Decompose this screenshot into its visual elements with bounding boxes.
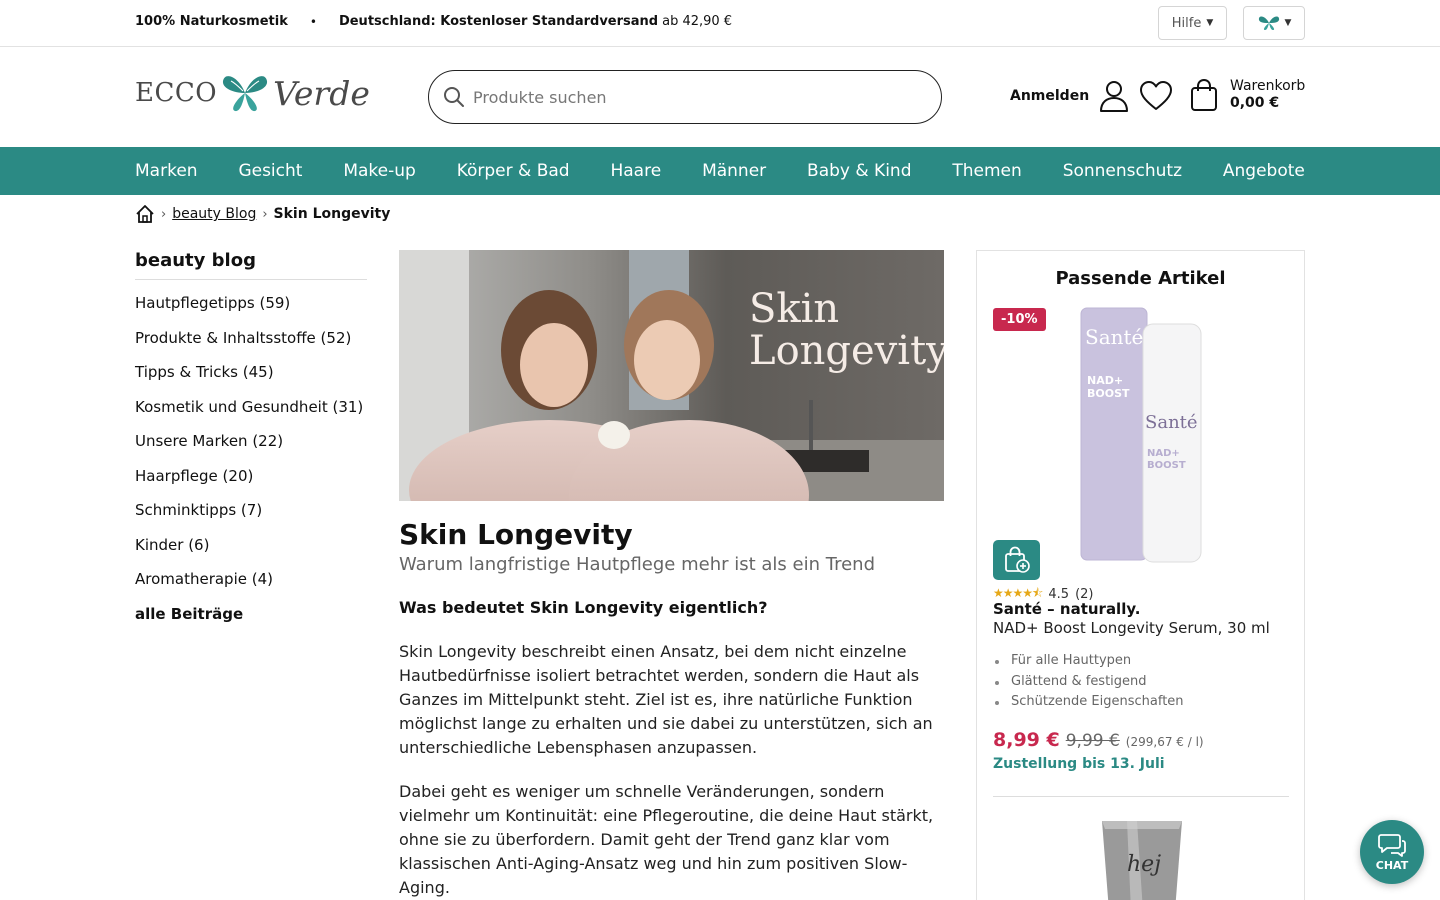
product-price: 8,99 € 9,99 € (299,67 € / l)	[993, 729, 1204, 751]
hero-text-line1: Skin	[749, 286, 839, 332]
help-dropdown[interactable]: Hilfe ▼	[1158, 6, 1227, 40]
chevron-right-icon: ›	[161, 206, 167, 222]
separator-dot: •	[309, 14, 317, 29]
feature-item: Für alle Hauttypen	[993, 653, 1184, 674]
chevron-right-icon: ›	[262, 206, 268, 222]
sidebar-item-alle-beitraege[interactable]: alle Beiträge	[135, 604, 367, 639]
sidebar-item-unsere-marken[interactable]: Unsere Marken (22)	[135, 431, 367, 466]
search-icon	[444, 87, 464, 107]
product-image[interactable]: Santé NAD+ BOOST Santé NAD+ BOOST	[1073, 306, 1213, 568]
hero-illustration: Skin Longevity	[399, 250, 944, 501]
sidebar-item-hautpflegetipps[interactable]: Hautpflegetipps (59)	[135, 293, 367, 328]
product-name[interactable]: NAD+ Boost Longevity Serum, 30 ml	[993, 619, 1270, 637]
bottle-line2: BOOST	[1147, 460, 1186, 471]
sidebar-item-haarpflege[interactable]: Haarpflege (20)	[135, 466, 367, 501]
usp-shipping-threshold: ab 42,90 €	[662, 14, 733, 29]
discount-badge: -10%	[993, 308, 1046, 331]
sidebar-item-produkte-inhaltsstoffe[interactable]: Produkte & Inhaltsstoffe (52)	[135, 328, 367, 363]
cart-button[interactable]: Warenkorb 0,00 €	[1190, 78, 1305, 112]
butterfly-logo-icon	[223, 76, 268, 112]
article-subtitle: Warum langfristige Hautpflege mehr ist a…	[399, 554, 875, 575]
cart-amount: 0,00 €	[1230, 95, 1280, 111]
chat-button[interactable]: CHAT	[1360, 820, 1424, 884]
feature-item: Schützende Eigenschaften	[993, 694, 1184, 715]
nav-item-themen[interactable]: Themen	[952, 161, 1021, 181]
bottle-line1: NAD+	[1147, 448, 1180, 459]
help-label: Hilfe	[1171, 15, 1202, 31]
article-section-heading: Was bedeutet Skin Longevity eigentlich?	[399, 598, 768, 617]
chat-label: CHAT	[1375, 858, 1409, 872]
nav-item-sonnenschutz[interactable]: Sonnenschutz	[1063, 161, 1182, 181]
blog-sidebar: beauty blog Hautpflegetipps (59) Produkt…	[135, 250, 367, 638]
cart-label: Warenkorb	[1230, 78, 1306, 94]
nav-item-angebote[interactable]: Angebote	[1223, 161, 1305, 181]
breadcrumb-blog-link[interactable]: beauty Blog	[172, 206, 256, 222]
add-to-cart-button[interactable]	[993, 540, 1040, 580]
nav-item-baby-kind[interactable]: Baby & Kind	[807, 161, 911, 181]
logo-text-ecco: ECCO	[135, 78, 218, 108]
sidebar-item-tipps-tricks[interactable]: Tipps & Tricks (45)	[135, 362, 367, 397]
bag-plus-icon	[1004, 546, 1030, 573]
chevron-down-icon: ▼	[1206, 18, 1214, 28]
product-divider	[993, 796, 1289, 797]
login-label: Anmelden	[1010, 88, 1090, 104]
login-link[interactable]: Anmelden	[1010, 80, 1129, 112]
category-list: Hautpflegetipps (59) Produkte & Inhaltss…	[135, 293, 367, 638]
nav-item-gesicht[interactable]: Gesicht	[238, 161, 302, 181]
breadcrumb: › beauty Blog › Skin Longevity	[135, 204, 390, 224]
usp-natural: 100% Naturkosmetik	[135, 14, 288, 29]
search-input[interactable]	[473, 87, 913, 107]
breadcrumb-current: Skin Longevity	[273, 206, 391, 222]
nav-item-make-up[interactable]: Make-up	[343, 161, 415, 181]
wishlist-button[interactable]	[1139, 80, 1173, 116]
unit-price: (299,67 € / l)	[1125, 735, 1204, 749]
product-brand[interactable]: Santé – naturally.	[993, 600, 1140, 618]
logo[interactable]: ECCO Verde	[135, 70, 370, 116]
nav-item-marken[interactable]: Marken	[135, 161, 198, 181]
delivery-date: Zustellung bis 13. Juli	[993, 756, 1165, 772]
related-products-panel: Passende Artikel Santé NAD+ BOOST Santé …	[976, 250, 1305, 900]
sidebar-item-schminktipps[interactable]: Schminktipps (7)	[135, 500, 367, 535]
product2-brand-text: hej	[1127, 852, 1161, 877]
article-paragraph: Dabei geht es weniger um schnelle Veränd…	[399, 782, 934, 897]
pack-line2: BOOST	[1087, 387, 1130, 400]
user-icon	[1100, 81, 1129, 112]
pack-brand-text: Santé	[1085, 325, 1143, 349]
article-hero-image: Skin Longevity	[399, 250, 944, 501]
panel-title: Passende Artikel	[1055, 268, 1226, 289]
hero-text-line2: Longevity	[749, 328, 944, 374]
main-navigation: Marken Gesicht Make-up Körper & Bad Haar…	[0, 147, 1440, 195]
pack-line1: NAD+	[1087, 374, 1123, 387]
sale-price: 8,99 €	[993, 729, 1060, 751]
article-paragraph: Skin Longevity beschreibt einen Ansatz, …	[399, 642, 933, 757]
shopping-bag-icon	[1191, 78, 1217, 111]
heart-icon	[1140, 81, 1172, 110]
sidebar-item-kosmetik-gesundheit[interactable]: Kosmetik und Gesundheit (31)	[135, 397, 367, 432]
usp-bar: 100% Naturkosmetik • Deutschland: Kosten…	[135, 14, 732, 29]
feature-item: Glättend & festigend	[993, 674, 1184, 695]
original-price: 9,99 €	[1065, 731, 1120, 751]
country-dropdown[interactable]: ▼	[1243, 6, 1305, 40]
product-features: Für alle Hauttypen Glättend & festigend …	[993, 653, 1184, 715]
chat-bubble-icon	[1378, 833, 1406, 857]
butterfly-icon	[1258, 16, 1279, 30]
chevron-down-icon: ▼	[1284, 18, 1292, 28]
top-bar: 100% Naturkosmetik • Deutschland: Kosten…	[0, 0, 1440, 47]
sidebar-item-aromatherapie[interactable]: Aromatherapie (4)	[135, 569, 367, 604]
cart-summary: Warenkorb 0,00 €	[1230, 78, 1305, 112]
logo-text-verde: Verde	[273, 73, 370, 113]
nav-item-koerper-bad[interactable]: Körper & Bad	[457, 161, 570, 181]
nav-item-maenner[interactable]: Männer	[702, 161, 766, 181]
search-bar[interactable]	[428, 70, 942, 124]
product-image-2[interactable]: hej	[1097, 821, 1187, 900]
home-icon[interactable]	[135, 204, 155, 224]
nav-item-haare[interactable]: Haare	[610, 161, 661, 181]
bottle-brand-text: Santé	[1145, 412, 1198, 433]
usp-shipping: Deutschland: Kostenloser Standardversand	[338, 14, 659, 29]
sidebar-title: beauty blog	[135, 250, 367, 280]
article-title: Skin Longevity	[399, 518, 633, 551]
sidebar-item-kinder[interactable]: Kinder (6)	[135, 535, 367, 570]
